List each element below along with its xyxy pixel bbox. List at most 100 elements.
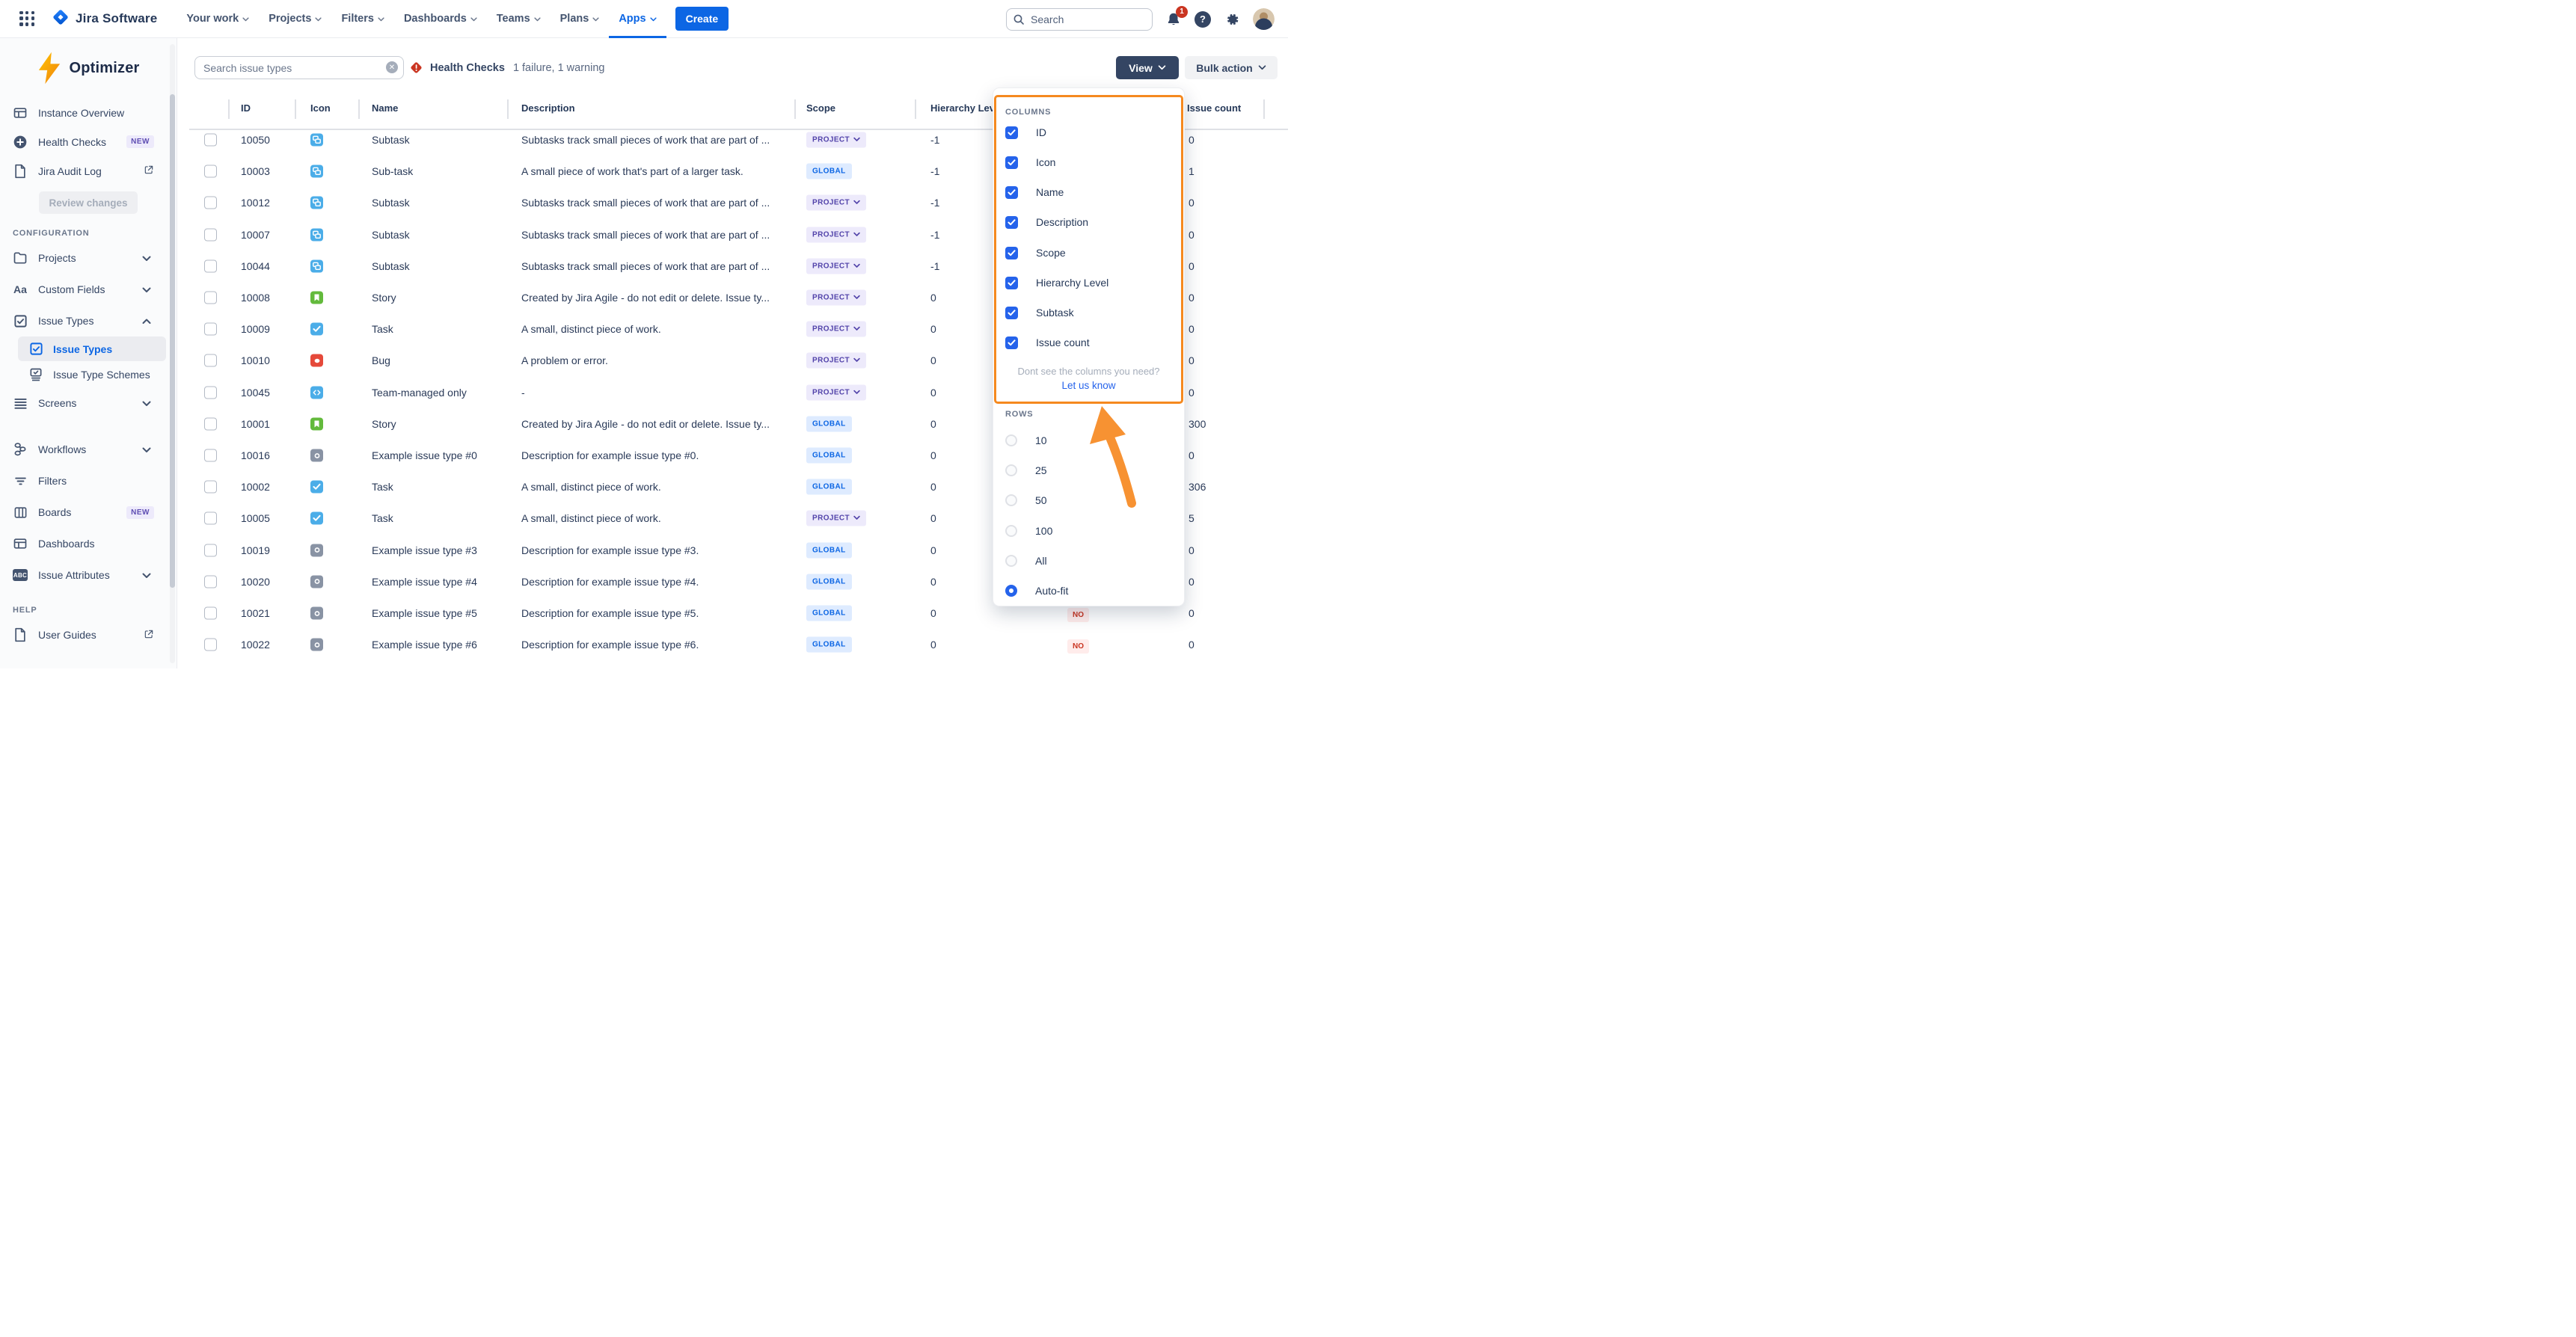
sidebar-item-user-guides[interactable]: User Guides — [0, 619, 177, 651]
scope-badge-project[interactable]: PROJECT — [806, 258, 866, 274]
create-button[interactable]: Create — [675, 7, 729, 31]
column-header-id[interactable]: ID — [241, 102, 251, 114]
sidebar-item-projects[interactable]: Projects — [0, 242, 177, 274]
task-type-icon — [310, 481, 323, 494]
rows-option-50[interactable]: 50 — [1005, 491, 1047, 509]
row-checkbox[interactable] — [204, 417, 217, 430]
column-toggle-description[interactable]: Description — [1005, 213, 1088, 231]
scope-badge-project[interactable]: PROJECT — [806, 322, 866, 337]
let-us-know-link[interactable]: Let us know — [993, 380, 1184, 391]
row-checkbox[interactable] — [204, 575, 217, 588]
row-checkbox[interactable] — [204, 354, 217, 367]
row-checkbox[interactable] — [204, 449, 217, 462]
scope-badge-project[interactable]: PROJECT — [806, 132, 866, 148]
row-checkbox[interactable] — [204, 259, 217, 272]
scope-badge-project[interactable]: PROJECT — [806, 384, 866, 400]
sidebar-item-custom-fields[interactable]: Aa Custom Fields — [0, 274, 177, 305]
health-checks-status[interactable]: Health Checks 1 failure, 1 warning — [409, 56, 604, 79]
sidebar-item-issue-types[interactable]: Issue Types — [18, 336, 166, 361]
cell-scope: PROJECT — [806, 195, 866, 211]
chevron-down-icon — [853, 514, 860, 523]
top-menu-item-plans[interactable]: Plans — [551, 0, 610, 38]
column-toggle-subtask[interactable]: Subtask — [1005, 304, 1074, 322]
rows-option-100[interactable]: 100 — [1005, 522, 1052, 540]
cell-description: A problem or error. — [521, 354, 608, 366]
column-toggle-scope[interactable]: Scope — [1005, 244, 1066, 262]
issue-type-search-input[interactable] — [194, 56, 404, 79]
scope-badge-global: GLOBAL — [806, 606, 852, 621]
row-checkbox[interactable] — [204, 228, 217, 241]
review-changes-button[interactable]: Review changes — [39, 191, 138, 214]
user-avatar[interactable] — [1253, 8, 1275, 30]
rows-option-all[interactable]: All — [1005, 552, 1047, 570]
column-toggle-issue-count[interactable]: Issue count — [1005, 334, 1090, 351]
checkbox-checked-icon — [1005, 247, 1018, 259]
cell-name: Story — [372, 418, 396, 430]
scope-badge-project[interactable]: PROJECT — [806, 511, 866, 526]
scope-badge-project[interactable]: PROJECT — [806, 353, 866, 369]
row-checkbox[interactable] — [204, 544, 217, 556]
top-menu-item-dashboards[interactable]: Dashboards — [394, 0, 487, 38]
jira-logo[interactable]: Jira Software — [52, 8, 157, 30]
app-switcher-icon[interactable] — [19, 11, 35, 27]
issue-type-icon — [310, 259, 323, 272]
chevron-down-icon — [853, 199, 860, 207]
rows-option-auto-fit[interactable]: Auto-fit — [1005, 582, 1068, 600]
row-checkbox[interactable] — [204, 134, 217, 147]
sidebar-scrollbar-thumb[interactable] — [170, 94, 175, 588]
row-checkbox[interactable] — [204, 481, 217, 494]
sidebar-item-issue-attributes[interactable]: ABC Issue Attributes — [0, 559, 177, 591]
rows-option-10[interactable]: 10 — [1005, 431, 1047, 449]
settings-button[interactable] — [1224, 11, 1240, 28]
sidebar-item-filters[interactable]: Filters — [0, 465, 177, 497]
row-checkbox[interactable] — [204, 323, 217, 336]
sidebar-item-boards[interactable]: Boards NEW — [0, 497, 177, 528]
column-toggle-icon[interactable]: Icon — [1005, 153, 1055, 171]
top-menu-item-apps[interactable]: Apps — [609, 0, 666, 38]
row-checkbox[interactable] — [204, 292, 217, 304]
row-checkbox[interactable] — [204, 639, 217, 651]
column-header-icon[interactable]: Icon — [310, 102, 331, 114]
column-header-hierarchy-level[interactable]: Hierarchy Level — [930, 102, 1003, 114]
scope-badge-global: GLOBAL — [806, 574, 852, 589]
sidebar-item-dashboards[interactable]: Dashboards — [0, 528, 177, 559]
column-toggle-id[interactable]: ID — [1005, 123, 1046, 141]
row-checkbox[interactable] — [204, 607, 217, 620]
top-menu-item-projects[interactable]: Projects — [259, 0, 331, 38]
global-search-input[interactable] — [1006, 8, 1153, 31]
scope-badge-project[interactable]: PROJECT — [806, 227, 866, 242]
health-checks-summary: 1 failure, 1 warning — [513, 62, 605, 74]
column-toggle-hierarchy-level[interactable]: Hierarchy Level — [1005, 274, 1108, 292]
sidebar-item-health-checks[interactable]: Health Checks NEW — [0, 127, 177, 156]
cell-name: Example issue type #4 — [372, 576, 477, 588]
scope-badge-project[interactable]: PROJECT — [806, 195, 866, 211]
rows-option-25[interactable]: 25 — [1005, 461, 1047, 479]
scope-badge-global: GLOBAL — [806, 448, 852, 464]
top-menu-item-filters[interactable]: Filters — [331, 0, 394, 38]
help-button[interactable]: ? — [1195, 11, 1211, 28]
top-menu-item-your-work[interactable]: Your work — [177, 0, 259, 38]
column-header-description[interactable]: Description — [521, 102, 575, 114]
sidebar-item-instance-overview[interactable]: Instance Overview — [0, 98, 177, 127]
row-checkbox[interactable] — [204, 512, 217, 525]
sidebar-item-workflows[interactable]: Workflows — [0, 434, 177, 465]
row-checkbox[interactable] — [204, 386, 217, 399]
scope-badge-project[interactable]: PROJECT — [806, 290, 866, 306]
notifications-button[interactable]: 1 — [1165, 11, 1182, 28]
sidebar-item-screens[interactable]: Screens — [0, 387, 177, 419]
column-header-issue-count[interactable]: Issue count — [1187, 102, 1241, 114]
sidebar-item-issue-types[interactable]: Issue Types — [0, 305, 177, 336]
row-checkbox[interactable] — [204, 165, 217, 178]
clear-search-icon[interactable]: ✕ — [386, 61, 398, 73]
lines-icon — [13, 396, 28, 411]
cell-subtask: NO — [1067, 607, 1089, 619]
sidebar-item-issue-type-schemes[interactable]: Issue Type Schemes — [0, 361, 177, 387]
column-header-name[interactable]: Name — [372, 102, 398, 114]
row-checkbox[interactable] — [204, 197, 217, 209]
column-header-scope[interactable]: Scope — [806, 102, 835, 114]
sidebar-item-jira-audit-log[interactable]: Jira Audit Log — [0, 156, 177, 185]
top-menu-item-teams[interactable]: Teams — [487, 0, 551, 38]
bulk-action-button[interactable]: Bulk action — [1185, 56, 1278, 79]
column-toggle-name[interactable]: Name — [1005, 183, 1064, 201]
view-button[interactable]: View — [1116, 56, 1179, 79]
